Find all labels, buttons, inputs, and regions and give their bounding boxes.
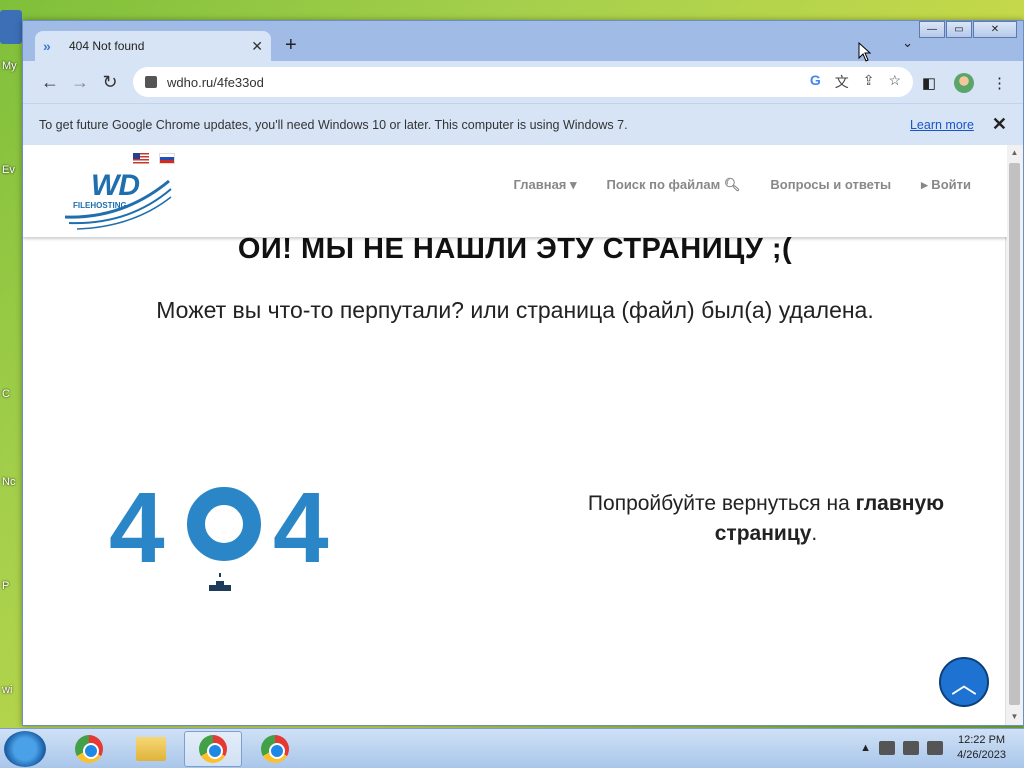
error-404-graphic: 4 4 [109,473,339,623]
back-button[interactable]: ← [35,72,65,93]
google-lens-icon[interactable]: G [810,72,821,92]
logo-subtext: FILEHOSTING [73,201,127,210]
infobar-message: To get future Google Chrome updates, you… [39,117,628,132]
retry-suffix: . [811,522,818,545]
forward-button[interactable]: → [65,72,95,93]
share-icon[interactable]: ⇪ [863,72,875,92]
window-controls: — ▭ ✕ [918,21,1017,39]
site-header: WD FILEHOSTING Главная ▾ Поиск по файлам… [23,145,1007,237]
site-nav: Главная ▾ Поиск по файлам 🔍︎ Вопросы и о… [514,177,971,193]
ship-icon [209,573,231,591]
chrome-icon [199,735,227,763]
volume-icon[interactable] [927,741,944,755]
digit-four-right: 4 [273,472,329,584]
clock-time: 12:22 PM [957,734,1006,746]
desktop-label-4: Nc [2,476,16,488]
side-panel-icon[interactable]: ◧ [922,74,936,92]
taskbar-chrome-2[interactable] [246,731,304,767]
taskbar-chrome-1[interactable] [60,731,118,767]
network-icon[interactable] [903,741,920,755]
scroll-up-icon[interactable]: ▲ [1006,145,1023,161]
folder-icon [136,737,166,761]
taskbar: ▲ 12:22 PM 4/26/2023 [0,728,1024,768]
nav-faq[interactable]: Вопросы и ответы [770,177,891,193]
system-tray: ▲ 12:22 PM 4/26/2023 [860,733,1006,763]
digit-four-left: 4 [109,472,165,584]
page-scrollbar[interactable]: ▲ ▼ [1005,145,1023,725]
bookmark-star-icon[interactable]: ☆ [888,72,901,92]
tab-title: 404 Not found [69,39,145,53]
scroll-down-icon[interactable]: ▼ [1006,709,1023,725]
desktop-label-6: wi [2,684,13,696]
zero-ring-icon [187,487,261,561]
toolbar: ← → ↻ wdho.ru/4fe33od G ⽂ ⇪ ☆ ◧ ⋮ [23,61,1023,103]
nav-login[interactable]: ▸ Войти [921,177,971,193]
retry-prefix: Попройбуйте вернуться на [587,492,856,515]
desktop-label-3: C [2,388,10,400]
page-viewport: WD FILEHOSTING Главная ▾ Поиск по файлам… [23,145,1007,725]
menu-kebab-icon[interactable]: ⋮ [992,74,1007,92]
desktop-label-2: Ev [2,164,15,176]
minimize-button[interactable]: — [919,21,945,38]
lock-icon[interactable] [145,76,157,88]
tab-close-icon[interactable]: ✕ [251,38,263,55]
english-flag-icon[interactable] [133,153,149,164]
start-button[interactable] [4,731,46,767]
nav-home[interactable]: Главная ▾ [514,177,577,193]
url-text[interactable]: wdho.ru/4fe33od [167,75,810,90]
mouse-cursor-icon [858,42,872,62]
chrome-icon [75,735,103,763]
russian-flag-icon[interactable] [159,153,175,164]
maximize-button[interactable]: ▭ [946,21,972,38]
reload-button[interactable]: ↻ [95,72,125,93]
logo-text: WD [91,169,140,202]
update-infobar: To get future Google Chrome updates, you… [23,103,1023,145]
clock-date: 4/26/2023 [957,749,1006,761]
action-center-icon[interactable] [879,741,896,755]
page-heading: ОЙ! МЫ НЕ НАШЛИ ЭТУ СТРАНИЦУ ;( [237,233,793,265]
desktop-label-1: My [2,60,17,72]
translate-icon[interactable]: ⽂ [835,72,849,92]
taskbar-chrome-active[interactable] [184,731,242,767]
address-bar[interactable]: wdho.ru/4fe33od G ⽂ ⇪ ☆ [133,67,913,97]
page-subheading: Может вы что-то перпутали? или страница … [156,297,874,323]
desktop-icon-computer[interactable] [0,10,22,44]
site-logo[interactable]: WD FILEHOSTING [63,167,173,231]
site-favicon-icon: » [43,38,51,54]
chrome-icon [261,735,289,763]
tab-search-chevron-icon[interactable]: ⌄ [902,35,913,51]
scroll-thumb[interactable] [1009,163,1020,705]
desktop-label-5: P [2,580,10,592]
infobar-close-icon[interactable]: ✕ [992,114,1007,135]
tab-strip: » 404 Not found ✕ + ⌄ — ▭ ✕ [23,21,1023,61]
clock[interactable]: 12:22 PM 4/26/2023 [957,733,1006,763]
tray-expand-icon[interactable]: ▲ [860,742,871,754]
tab-404[interactable]: » 404 Not found ✕ [35,31,271,61]
retry-message: Попройбуйте вернуться на главную страниц… [551,489,981,549]
close-window-button[interactable]: ✕ [973,21,1017,38]
profile-avatar[interactable] [954,73,974,93]
taskbar-explorer[interactable] [122,731,180,767]
nav-file-search[interactable]: Поиск по файлам 🔍︎ [607,177,741,193]
browser-window: » 404 Not found ✕ + ⌄ — ▭ ✕ ← → ↻ wdho.r… [22,20,1024,726]
new-tab-button[interactable]: + [285,35,297,55]
scroll-to-top-button[interactable]: ︿ [939,657,989,707]
learn-more-link[interactable]: Learn more [910,118,974,132]
